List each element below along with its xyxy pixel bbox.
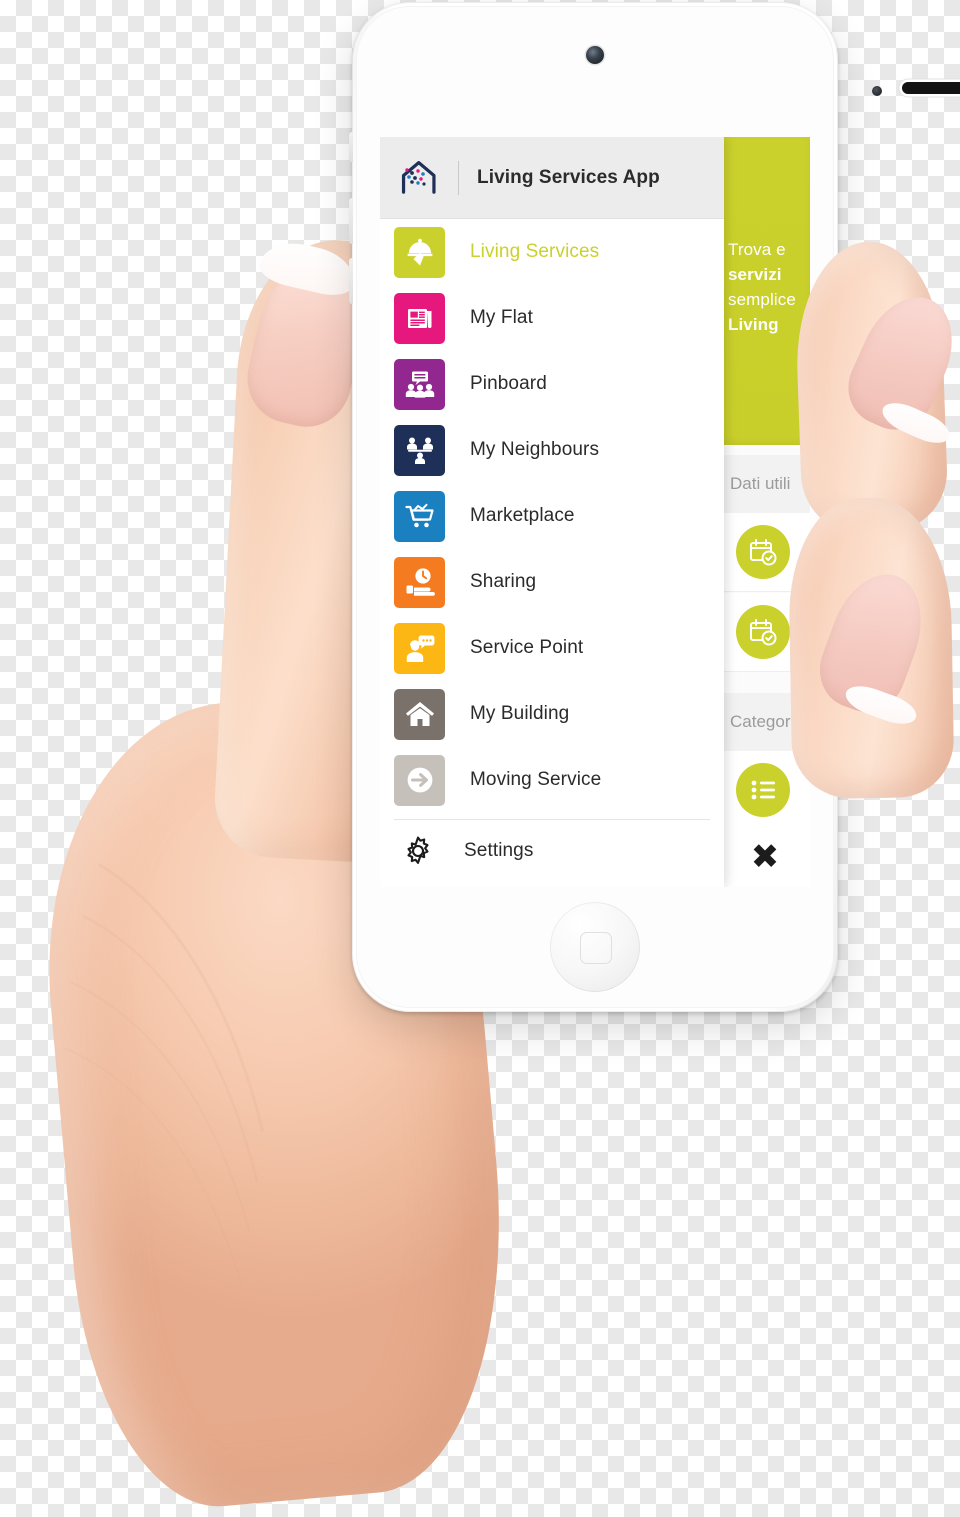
fingers-front [787,239,960,802]
sidebar-item-label: Settings [464,840,534,861]
drawer-header: Living Services App [380,137,724,219]
gear-icon [400,833,436,869]
calendar-check-icon [736,525,790,579]
list-bullets-icon [736,763,790,817]
home-button-square [580,932,612,964]
sidebar-item-label: My Flat [470,307,533,328]
sidebar-item-label: Living Services [470,241,600,262]
arrow-right-circle-icon [394,754,445,806]
front-camera-icon [586,46,604,64]
sidebar-item-my-flat[interactable]: My Flat [380,285,724,351]
calendar-check-icon [736,605,790,659]
sidebar-item-label: My Neighbours [470,439,600,460]
sidebar-item-settings[interactable]: Settings [380,820,724,882]
shopping-cart-icon [394,490,445,542]
promo-line-4: Living [728,315,779,334]
sidebar-item-service-point[interactable]: Service Point [380,615,724,681]
home-button-icon[interactable] [550,902,640,992]
newspaper-icon [394,292,445,344]
proximity-sensor-icon [872,86,882,96]
home-icon [394,688,445,740]
sidebar-item-label: Sharing [470,571,537,592]
page-title: Living Services App [477,166,660,188]
smartphone-device: Trova e servizi semplice Living Dati uti… [349,2,960,1012]
three-people-icon [394,424,445,476]
hand-clock-icon [394,556,445,608]
navigation-drawer: Living Services App Living Services My F… [380,137,724,887]
mute-switch[interactable] [349,132,353,162]
promo-line-2: servizi [728,265,782,284]
sidebar-item-living-services[interactable]: Living Services [380,219,724,285]
phone-screen: Trova e servizi semplice Living Dati uti… [380,137,810,887]
sidebar-item-label: Marketplace [470,505,575,526]
volume-up-button[interactable] [349,198,353,244]
sidebar-item-moving-service[interactable]: Moving Service [380,747,724,813]
food-cloche-check-icon [394,226,445,278]
scene: Trova e servizi semplice Living Dati uti… [0,0,960,1517]
earpiece-speaker-icon [902,82,960,94]
sidebar-item-label: My Building [470,703,570,724]
close-x-icon: ✖ [750,837,780,877]
sidebar-item-label: Service Point [470,637,584,658]
sidebar-item-label: Moving Service [470,769,602,790]
sidebar-item-my-building[interactable]: My Building [380,681,724,747]
sidebar-item-my-neighbours[interactable]: My Neighbours [380,417,724,483]
sidebar-item-marketplace[interactable]: Marketplace [380,483,724,549]
header-divider [458,160,459,195]
close-drawer-button[interactable]: ✖ [720,827,810,887]
person-speech-bubble-icon [394,622,445,674]
pinboard-people-chat-icon [394,358,445,410]
sidebar-item-label: Pinboard [470,373,547,394]
volume-down-button[interactable] [349,258,353,304]
sidebar-item-sharing[interactable]: Sharing [380,549,724,615]
sidebar-item-pinboard[interactable]: Pinboard [380,351,724,417]
house-dots-logo-icon [398,156,442,200]
